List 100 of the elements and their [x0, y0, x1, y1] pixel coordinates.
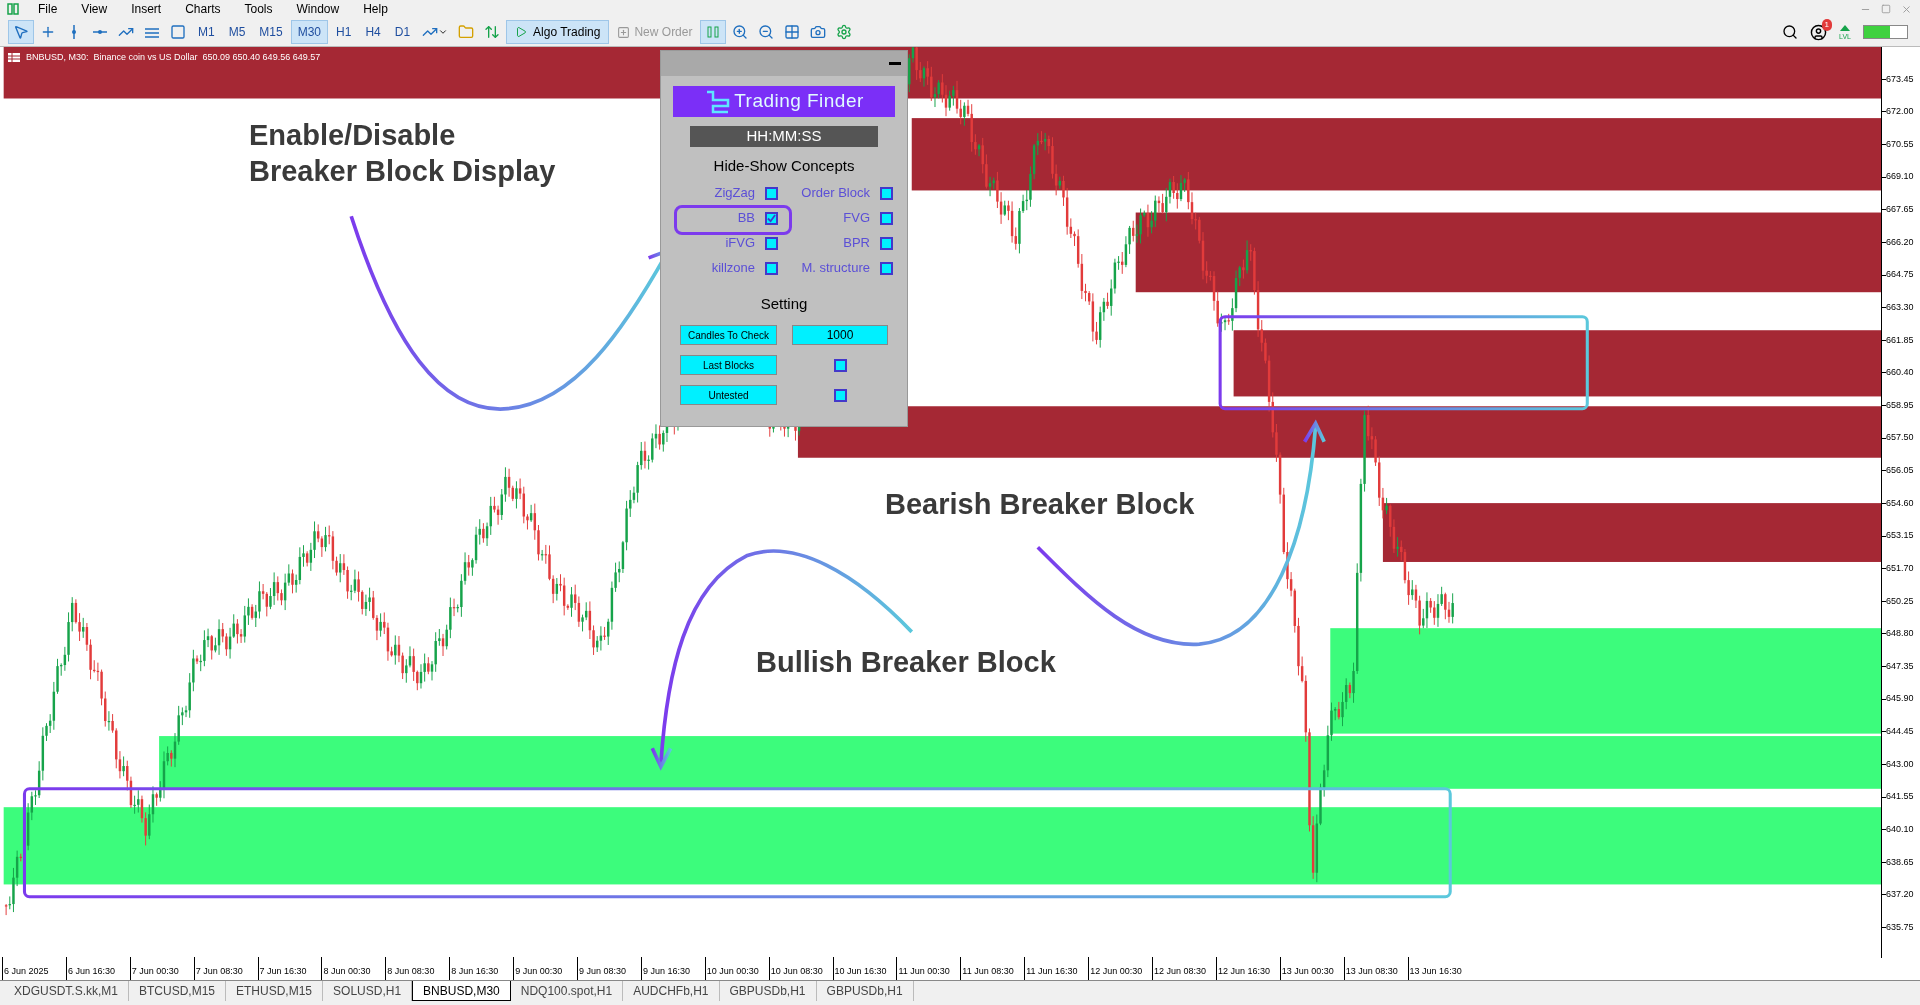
timeframe-button[interactable]: M5	[222, 20, 252, 44]
up-arrow-icon	[1840, 24, 1851, 33]
timeframe-button[interactable]: M1	[192, 20, 221, 44]
price-label: 672.00	[1886, 105, 1914, 119]
timeframe-button[interactable]: M15	[253, 20, 289, 44]
menu-item[interactable]: Window	[284, 0, 352, 18]
checkbox[interactable]	[880, 261, 893, 275]
price-label: 645.90	[1886, 692, 1914, 706]
concept-label: FVG	[843, 209, 870, 228]
time-label: 13 Jun 08:30	[1345, 966, 1398, 976]
price-label: 653.15	[1886, 529, 1914, 543]
annotation-text: Bullish Breaker Block	[756, 645, 1056, 680]
clock-display: HH:MM:SS	[690, 126, 878, 147]
time-label: 13 Jun 00:30	[1281, 966, 1334, 976]
menu-item[interactable]: Insert	[119, 0, 174, 18]
time-label: 7 Jun 16:30	[259, 966, 307, 976]
checkbox[interactable]	[880, 211, 893, 225]
price-label: 669.10	[1886, 170, 1914, 184]
symbol-info: BNBUSD, M30: Binance coin vs US Dollar 650.09 650.40 649.56 649.57	[26, 51, 321, 64]
chart-tab[interactable]: AUDCHFb,H1	[623, 981, 720, 1001]
chart-tab[interactable]: NDQ100.spot,H1	[510, 981, 624, 1001]
price-label: 661.85	[1886, 333, 1914, 347]
price-label: 647.35	[1886, 659, 1914, 673]
setting-button[interactable]: Untested	[680, 385, 777, 405]
price-label: 656.05	[1886, 464, 1914, 478]
checkbox[interactable]	[765, 186, 778, 200]
menu-item[interactable]: View	[69, 0, 120, 18]
timeframe-button[interactable]: H4	[359, 20, 387, 44]
brand-logo-icon	[704, 89, 731, 114]
time-label: 12 Jun 16:30	[1217, 966, 1270, 976]
time-label: 13 Jun 16:30	[1409, 966, 1462, 976]
section-title: Hide-Show Concepts	[712, 156, 856, 176]
table-icon	[8, 53, 20, 63]
chart-tab[interactable]: ETHUSD,M15	[226, 981, 324, 1001]
close-icon[interactable]	[1901, 3, 1912, 15]
menu-item[interactable]: File	[26, 0, 70, 18]
price-label: 644.45	[1886, 725, 1914, 739]
price-label: 638.65	[1886, 855, 1914, 869]
time-label: 10 Jun 16:30	[834, 966, 887, 976]
section-title: Setting	[759, 293, 809, 314]
price-label: 641.55	[1886, 790, 1914, 804]
chart-tab[interactable]: GBPUSDb,H1	[816, 981, 914, 1001]
price-label: 667.65	[1886, 203, 1914, 217]
chart-tab[interactable]: XDGUSDT.S.kk,M1	[4, 981, 129, 1001]
price-label: 658.95	[1886, 398, 1914, 412]
setting-button[interactable]: Candles To Check	[680, 325, 777, 345]
time-label: 10 Jun 08:30	[770, 966, 823, 976]
time-label: 11 Jun 08:30	[962, 966, 1014, 976]
concept-label: Order Block	[801, 184, 870, 203]
price-label: 650.25	[1886, 594, 1914, 608]
user-icon[interactable]	[1810, 23, 1828, 41]
input-field[interactable]: 1000	[792, 325, 888, 345]
time-label: 11 Jun 00:30	[898, 966, 950, 976]
checkbox[interactable]	[765, 236, 778, 250]
time-label: 8 Jun 08:30	[387, 966, 435, 976]
checkbox[interactable]	[833, 388, 847, 402]
brand-name: Trading Finder	[734, 89, 864, 114]
time-label: 12 Jun 00:30	[1090, 966, 1143, 976]
setting-button[interactable]: Last Blocks	[680, 355, 777, 375]
time-label: 8 Jun 16:30	[451, 966, 499, 976]
timeframe-button[interactable]: M30	[290, 20, 329, 44]
checkbox[interactable]	[765, 211, 778, 225]
price-label: 664.75	[1886, 268, 1914, 282]
menu-item[interactable]: Help	[351, 0, 400, 18]
checkbox[interactable]	[765, 261, 778, 275]
battery-indicator	[1863, 25, 1908, 39]
concept-label: ZigZag	[714, 184, 755, 203]
time-label: 10 Jun 00:30	[706, 966, 759, 976]
checkbox[interactable]	[880, 236, 893, 250]
chart-tab[interactable]: BNBUSD,M30	[412, 981, 511, 1001]
time-label: 7 Jun 00:30	[131, 966, 179, 976]
time-label: 8 Jun 00:30	[323, 966, 371, 976]
checkbox[interactable]	[880, 186, 893, 200]
chart-tab[interactable]: GBPUSDb,H1	[719, 981, 817, 1001]
notification-badge: 1	[1821, 18, 1833, 31]
price-label: 657.50	[1886, 431, 1914, 445]
annotation-text: Enable/Disable Breaker Block Display	[249, 118, 556, 189]
cursor-icon[interactable]	[8, 20, 34, 44]
timeframe-button[interactable]: D1	[388, 20, 417, 44]
price-label: 666.20	[1886, 235, 1914, 249]
concept-label: BB	[737, 209, 755, 228]
app-logo-icon	[6, 2, 20, 16]
menu-item[interactable]: Tools	[232, 0, 285, 18]
search-icon[interactable]	[1782, 24, 1799, 40]
concept-label: M. structure	[801, 259, 870, 278]
price-label: 654.60	[1886, 496, 1914, 510]
price-label: 640.10	[1886, 822, 1914, 836]
price-label: 673.45	[1886, 72, 1914, 86]
checkbox[interactable]	[833, 358, 847, 372]
time-label: 9 Jun 08:30	[579, 966, 627, 976]
time-label: 6 Jun 16:30	[67, 966, 115, 976]
menu-item[interactable]: Charts	[173, 0, 233, 18]
plus-square-icon	[617, 25, 631, 39]
play-icon	[515, 26, 528, 38]
price-label: 643.00	[1886, 757, 1914, 771]
time-label: 11 Jun 16:30	[1026, 966, 1078, 976]
algo-trading-button[interactable]: Algo Trading	[506, 20, 610, 44]
price-label: 637.20	[1886, 888, 1914, 902]
timeframe-button[interactable]: H1	[330, 20, 358, 44]
chart-tab[interactable]: BTCUSD,M15	[129, 981, 227, 1001]
